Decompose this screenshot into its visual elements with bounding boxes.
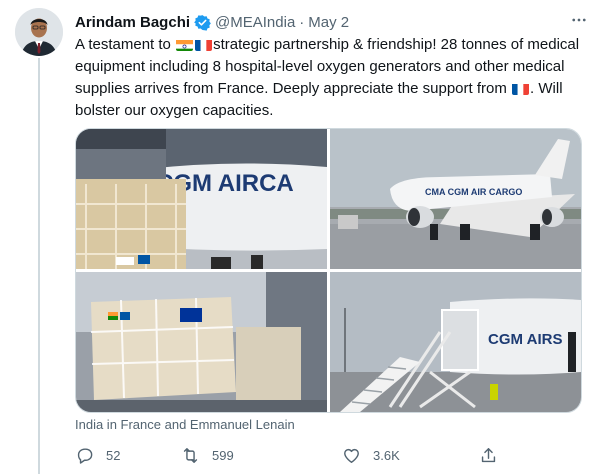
share-icon bbox=[481, 447, 496, 462]
author-handle[interactable]: @MEAIndia bbox=[215, 14, 295, 31]
share-button[interactable] bbox=[479, 442, 510, 468]
like-icon bbox=[344, 448, 359, 463]
verified-badge-icon bbox=[194, 14, 211, 31]
like-count: 3.6K bbox=[373, 447, 400, 463]
thread-line bbox=[38, 58, 40, 474]
reply-icon bbox=[77, 447, 93, 464]
retweet-button[interactable]: 599 bbox=[181, 442, 234, 468]
tweet-header: Arindam Bagchi @MEAIndia · May 2 bbox=[75, 11, 579, 33]
like-button[interactable]: 3.6K bbox=[342, 442, 400, 468]
media-image-2[interactable]: CMA CGM AIR CARGO bbox=[330, 129, 581, 269]
retweet-icon bbox=[183, 447, 198, 463]
fuselage-text-2: CMA CGM AIR CARGO bbox=[425, 187, 522, 197]
author-name[interactable]: Arindam Bagchi bbox=[75, 14, 190, 31]
tweet-actions: 52 599 3.6K bbox=[75, 442, 505, 468]
more-icon[interactable] bbox=[567, 8, 591, 32]
france-flag-icon bbox=[195, 38, 213, 51]
reply-button[interactable]: 52 bbox=[75, 442, 120, 468]
media-image-4[interactable]: CGM AIRS bbox=[330, 272, 581, 412]
tweet-text: A testament to strategic partnership & f… bbox=[75, 34, 580, 122]
header-separator: · bbox=[299, 13, 305, 31]
tweet-date[interactable]: May 2 bbox=[308, 14, 349, 31]
media-caption[interactable]: India in France and Emmanuel Lenain bbox=[75, 417, 295, 432]
reply-count: 52 bbox=[106, 447, 121, 463]
tweet-text-part1: A testament to bbox=[75, 36, 176, 53]
india-flag-icon bbox=[176, 38, 194, 51]
retweet-count: 599 bbox=[212, 447, 234, 463]
avatar[interactable] bbox=[15, 8, 63, 56]
media-image-1[interactable]: CGM AIRCA bbox=[76, 129, 327, 269]
fuselage-text-4: CGM AIRS bbox=[488, 331, 562, 348]
media-image-3[interactable] bbox=[76, 272, 327, 412]
france-flag-icon bbox=[512, 82, 530, 95]
media-grid: CGM AIRCA CMA CGM AIR CARGO CGM AIRS bbox=[75, 128, 582, 413]
